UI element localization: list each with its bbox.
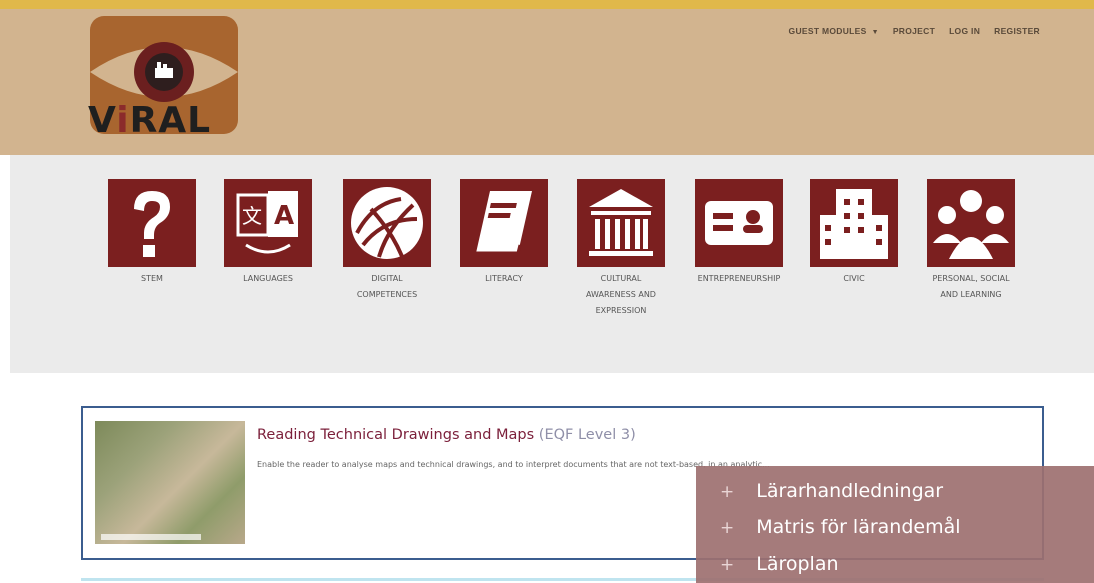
category-digital-competences[interactable]: DIGITAL COMPETENCES	[343, 179, 431, 303]
svg-text:A: A	[274, 201, 294, 231]
main-nav: GUEST MODULES ▼ PROJECT LOG IN REGISTER	[789, 26, 1040, 36]
category-label: CULTURAL AWARENESS AND EXPRESSION	[586, 274, 656, 315]
people-group-icon	[933, 190, 1009, 259]
svg-text:文: 文	[242, 204, 262, 228]
plus-icon: +	[720, 482, 735, 502]
translate-icon: 文 A	[236, 191, 298, 254]
id-card-icon	[705, 201, 773, 245]
overlay-item-teacher-guides[interactable]: + Lärarhandledningar	[720, 480, 943, 502]
category-languages[interactable]: 文 A LANGUAGES	[224, 179, 312, 287]
nav-login[interactable]: LOG IN	[949, 26, 980, 36]
logo-wordmark: ViRAL	[88, 100, 212, 141]
category-literacy[interactable]: LITERACY	[460, 179, 548, 287]
module-title[interactable]: Reading Technical Drawings and Maps (EQF…	[257, 427, 636, 443]
overlay-item-curriculum[interactable]: + Läroplan	[720, 553, 839, 575]
category-personal-social-learning[interactable]: PERSONAL, SOCIAL AND LEARNING	[927, 179, 1015, 303]
module-level: (EQF Level 3)	[538, 427, 636, 443]
category-civic[interactable]: CIVIC	[810, 179, 898, 287]
category-stem[interactable]: STEM	[108, 179, 196, 287]
nav-project[interactable]: PROJECT	[893, 26, 935, 36]
building-icon	[820, 189, 888, 259]
category-label: LITERACY	[485, 274, 523, 283]
network-globe-icon	[351, 187, 423, 260]
category-cultural-awareness[interactable]: CULTURAL AWARENESS AND EXPRESSION	[577, 179, 665, 319]
category-label: STEM	[141, 274, 163, 283]
plus-icon: +	[720, 555, 735, 575]
nav-guest-modules[interactable]: GUEST MODULES ▼	[789, 26, 879, 36]
top-accent-bar	[0, 0, 1094, 9]
category-entrepreneurship[interactable]: ENTREPRENEURSHIP	[695, 179, 783, 287]
category-label: CIVIC	[843, 274, 865, 283]
category-bar: STEM 文 A LANGUAGES DIGITAL COMPETENCES L…	[10, 155, 1094, 373]
question-icon	[134, 191, 170, 257]
plus-icon: +	[720, 518, 735, 538]
category-label: ENTREPRENEURSHIP	[697, 274, 781, 283]
category-label: DIGITAL COMPETENCES	[356, 274, 418, 299]
book-icon	[476, 191, 532, 255]
overlay-item-learning-outcomes-matrix[interactable]: + Matris för lärandemål	[720, 516, 961, 538]
module-description: Enable the reader to analyse maps and te…	[257, 460, 770, 469]
nav-register[interactable]: REGISTER	[994, 26, 1040, 36]
category-label: LANGUAGES	[243, 274, 293, 283]
resource-overlay-menu: + Lärarhandledningar + Matris för lärandem…	[696, 466, 1094, 583]
chevron-down-icon: ▼	[871, 29, 879, 36]
module-thumbnail[interactable]	[95, 421, 245, 544]
museum-icon	[589, 189, 653, 256]
category-label: PERSONAL, SOCIAL AND LEARNING	[932, 274, 1010, 299]
map-scale-bar	[101, 534, 201, 540]
